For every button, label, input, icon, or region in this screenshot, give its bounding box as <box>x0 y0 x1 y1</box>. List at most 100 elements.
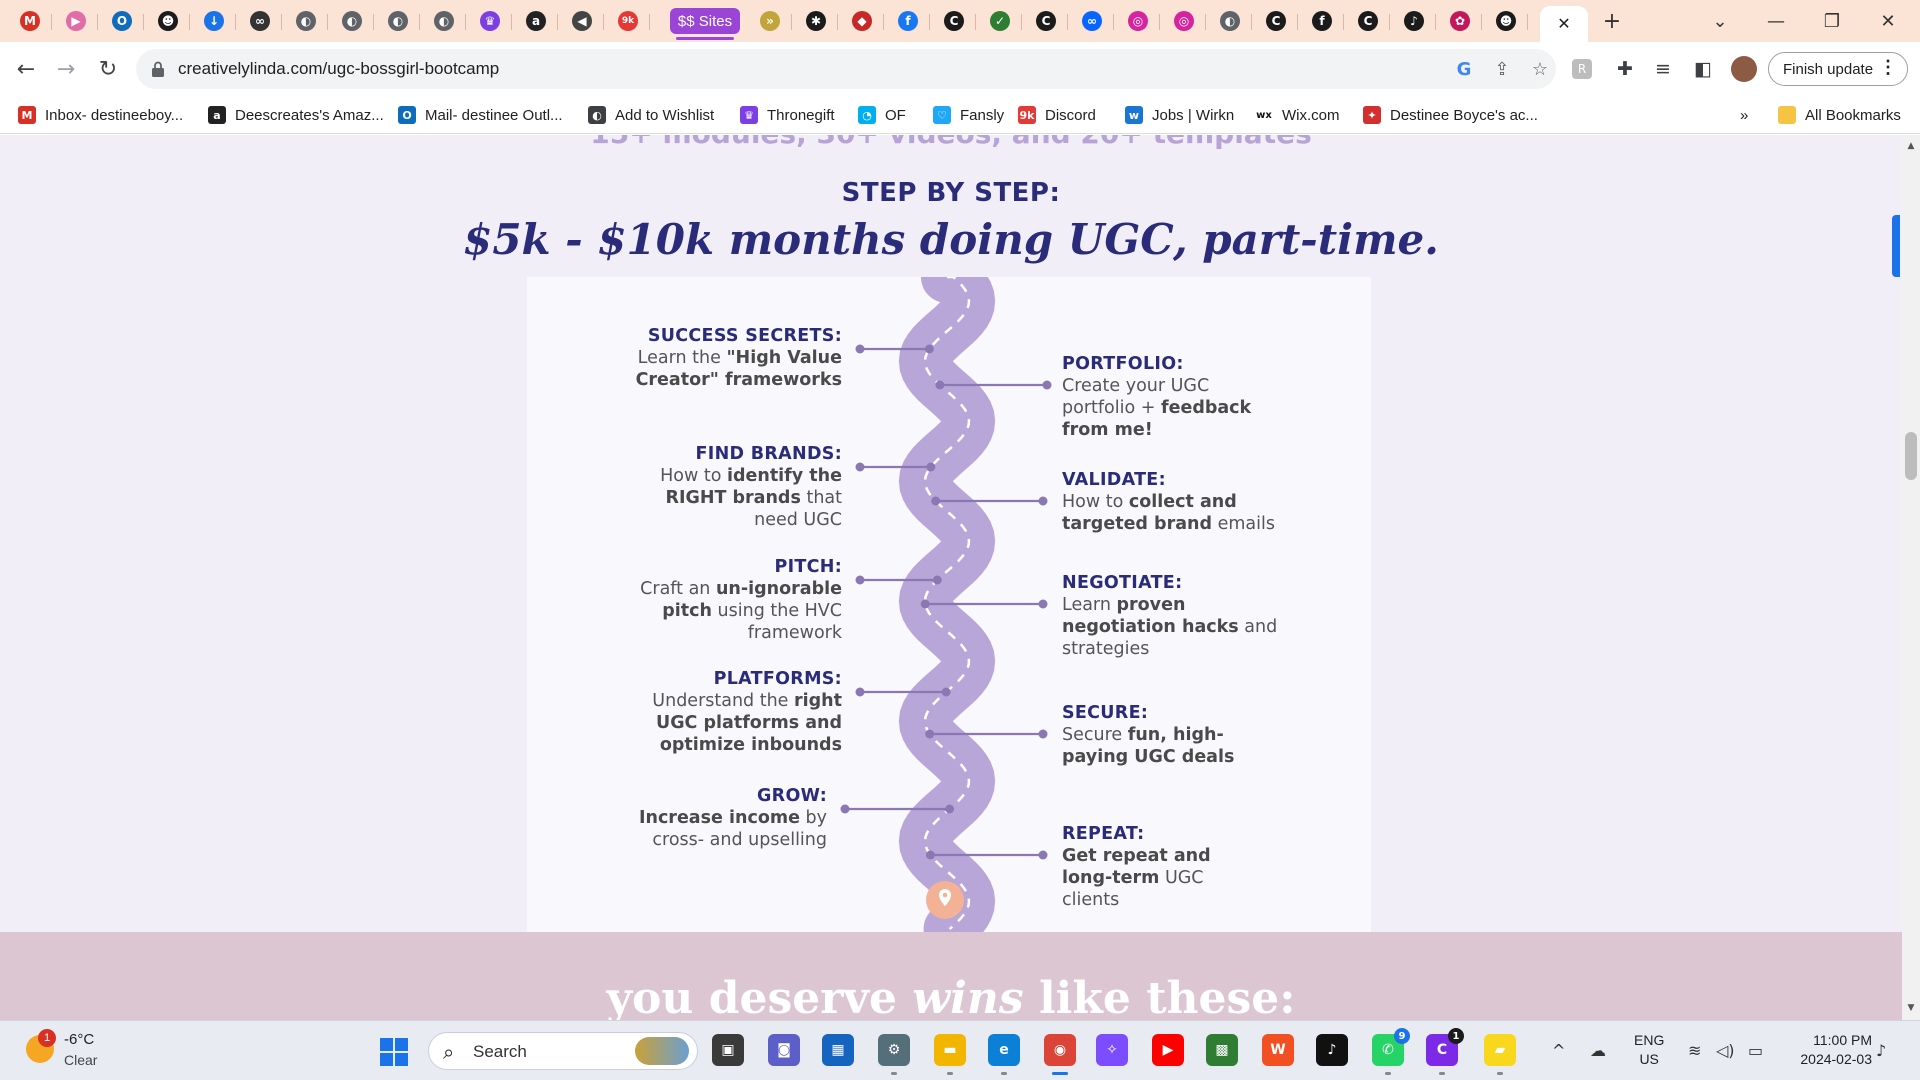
reload-button[interactable]: ↻ <box>92 53 124 85</box>
show-hidden-icons-chevron-icon[interactable]: ^ <box>1552 1041 1565 1060</box>
whatsapp-icon[interactable]: ✆ 9 <box>1372 1028 1410 1075</box>
menu-icon[interactable]: ⋮ <box>1879 57 1897 78</box>
bookmark-item[interactable]: w Jobs | Wirkn <box>1125 104 1234 126</box>
bookmark-item[interactable]: ♛ Thronegift <box>740 104 835 126</box>
browser-tab[interactable]: ◎ <box>1164 6 1206 36</box>
reading-list-icon[interactable]: ≡ <box>1650 56 1676 82</box>
battery-icon[interactable]: ▭ <box>1748 1041 1763 1060</box>
restore-button[interactable]: ❐ <box>1812 6 1852 36</box>
browser-tab[interactable]: ♛ <box>470 6 512 36</box>
browser-tab[interactable]: ☻ <box>148 6 190 36</box>
browser-tab[interactable]: ∞ <box>240 6 282 36</box>
browser-tab[interactable]: f <box>888 6 930 36</box>
notification-bell-icon[interactable]: ♪ <box>1876 1041 1886 1060</box>
close-tab-icon[interactable]: ✕ <box>1557 14 1570 34</box>
minimize-button[interactable]: — <box>1756 6 1796 36</box>
start-button[interactable] <box>380 1038 408 1066</box>
bookmark-item[interactable]: M Inbox- destineeboy... <box>18 104 183 126</box>
bookmarks-overflow-button[interactable]: » <box>1740 104 1748 126</box>
tab-group-sites[interactable]: $$ Sites <box>670 8 740 40</box>
browser-tab[interactable]: ▶ <box>56 6 98 36</box>
browser-tab[interactable]: 9k <box>608 6 650 36</box>
bookmark-item[interactable]: ◔ OF <box>858 104 906 126</box>
browser-tab[interactable]: » <box>750 6 792 36</box>
share-icon[interactable]: ⇪ <box>1490 57 1514 81</box>
browser-tab[interactable]: ♪ <box>1394 6 1436 36</box>
address-bar[interactable]: creativelylinda.com/ugc-bossgirl-bootcam… <box>136 49 1556 89</box>
google-lens-icon[interactable]: G <box>1452 57 1476 81</box>
scroll-up-arrow[interactable]: ▲ <box>1906 141 1916 151</box>
browser-tab[interactable]: ◐ <box>286 6 328 36</box>
browser-tab[interactable]: ◀ <box>562 6 604 36</box>
browser-tab[interactable]: f <box>1302 6 1344 36</box>
chrome-icon[interactable]: ◉ <box>1044 1034 1076 1075</box>
minecraft-icon[interactable]: ▩ <box>1206 1034 1238 1066</box>
browser-tab[interactable]: ∞ <box>1072 6 1114 36</box>
tiktok-icon[interactable]: ♪ <box>1316 1034 1348 1066</box>
browser-tab[interactable]: C <box>1348 6 1390 36</box>
all-bookmarks-button[interactable]: All Bookmarks <box>1778 104 1901 126</box>
browser-tab[interactable]: ✱ <box>796 6 838 36</box>
browser-tab[interactable]: ◐ <box>378 6 420 36</box>
url-text[interactable]: creativelylinda.com/ugc-bossgirl-bootcam… <box>178 59 499 79</box>
bookmark-item[interactable]: a Deescreates's Amaz... <box>208 104 384 126</box>
youtube-icon[interactable]: ▶ <box>1152 1034 1184 1066</box>
back-button[interactable]: ← <box>10 53 42 85</box>
copilot-icon[interactable]: ✧ <box>1096 1034 1128 1066</box>
volume-icon[interactable]: ◁) <box>1716 1041 1735 1060</box>
finish-update-button[interactable]: Finish update ⋮ <box>1768 52 1908 86</box>
bookmark-star-icon[interactable]: ☆ <box>1528 57 1552 81</box>
onedrive-icon[interactable]: ☁ <box>1590 1041 1606 1060</box>
bookmark-item[interactable]: ◐ Add to Wishlist <box>588 104 714 126</box>
browser-tab[interactable]: ◐ <box>424 6 466 36</box>
weather-temperature[interactable]: -6°C <box>64 1031 94 1048</box>
scroll-thumb[interactable] <box>1905 432 1917 480</box>
forward-button[interactable]: → <box>50 53 82 85</box>
side-panel-icon[interactable]: ◧ <box>1690 56 1716 82</box>
page-scrollbar[interactable]: ▲ ▼ <box>1902 135 1920 1020</box>
task-view-icon[interactable]: ▣ <box>712 1034 744 1066</box>
wifi-icon[interactable]: ≋ <box>1688 1041 1701 1060</box>
system-clock[interactable]: 11:00 PM 2024-02-03 <box>1786 1031 1872 1069</box>
profile-avatar[interactable] <box>1731 56 1757 82</box>
browser-tab-active[interactable]: ✕ <box>1540 6 1588 42</box>
extension-icon[interactable]: R <box>1572 59 1592 79</box>
tab-search-chevron-down-icon[interactable]: ⌄ <box>1700 6 1740 36</box>
new-tab-button[interactable]: + <box>1592 6 1632 36</box>
edge-icon[interactable]: e <box>988 1034 1020 1075</box>
meet-icon[interactable]: ◙ <box>768 1034 800 1066</box>
browser-tab[interactable]: ↓ <box>194 6 236 36</box>
browser-tab[interactable]: C <box>1256 6 1298 36</box>
browser-tab[interactable]: C <box>1026 6 1068 36</box>
canva-icon[interactable]: C1 <box>1426 1028 1464 1075</box>
weather-condition[interactable]: Clear <box>64 1052 97 1068</box>
bookmark-item[interactable]: wx Wix.com <box>1255 104 1339 126</box>
browser-tab[interactable]: O <box>102 6 144 36</box>
bookmark-item[interactable]: O Mail- destinee Outl... <box>398 104 563 126</box>
browser-tab[interactable]: ◆ <box>842 6 884 36</box>
taskbar-search[interactable]: ⌕ Search <box>428 1032 698 1070</box>
bookmark-item[interactable]: ♡ Fansly <box>933 104 1004 126</box>
settings-icon[interactable]: ⚙ <box>878 1034 910 1075</box>
close-window-button[interactable]: ✕ <box>1868 6 1908 36</box>
extensions-puzzle-icon[interactable]: ✚ <box>1612 56 1638 82</box>
browser-tab[interactable]: ◐ <box>332 6 374 36</box>
browser-tab[interactable]: ◎ <box>1118 6 1160 36</box>
browser-tab[interactable]: ✓ <box>980 6 1022 36</box>
browser-tab[interactable]: ◐ <box>1210 6 1252 36</box>
browser-tab[interactable]: ☻ <box>1486 6 1528 36</box>
browser-tab[interactable]: C <box>934 6 976 36</box>
scroll-down-arrow[interactable]: ▼ <box>1906 1003 1916 1013</box>
browser-tab[interactable]: M <box>10 6 52 36</box>
bookmark-item[interactable]: ✦ Destinee Boyce's ac... <box>1363 104 1538 126</box>
file-explorer-icon[interactable]: ▬ <box>934 1034 966 1075</box>
bookmark-item[interactable]: 9k Discord <box>1018 104 1096 126</box>
store-icon[interactable]: ▦ <box>822 1034 854 1066</box>
side-panel-tab[interactable] <box>1892 215 1900 277</box>
brave-icon[interactable]: W <box>1262 1034 1294 1066</box>
browser-tab[interactable]: ✿ <box>1440 6 1482 36</box>
browser-tab[interactable]: a <box>516 6 558 36</box>
language-indicator[interactable]: ENG US <box>1634 1031 1664 1069</box>
sticky-notes-icon[interactable]: ▰ <box>1484 1034 1516 1075</box>
lock-icon[interactable] <box>150 60 166 78</box>
